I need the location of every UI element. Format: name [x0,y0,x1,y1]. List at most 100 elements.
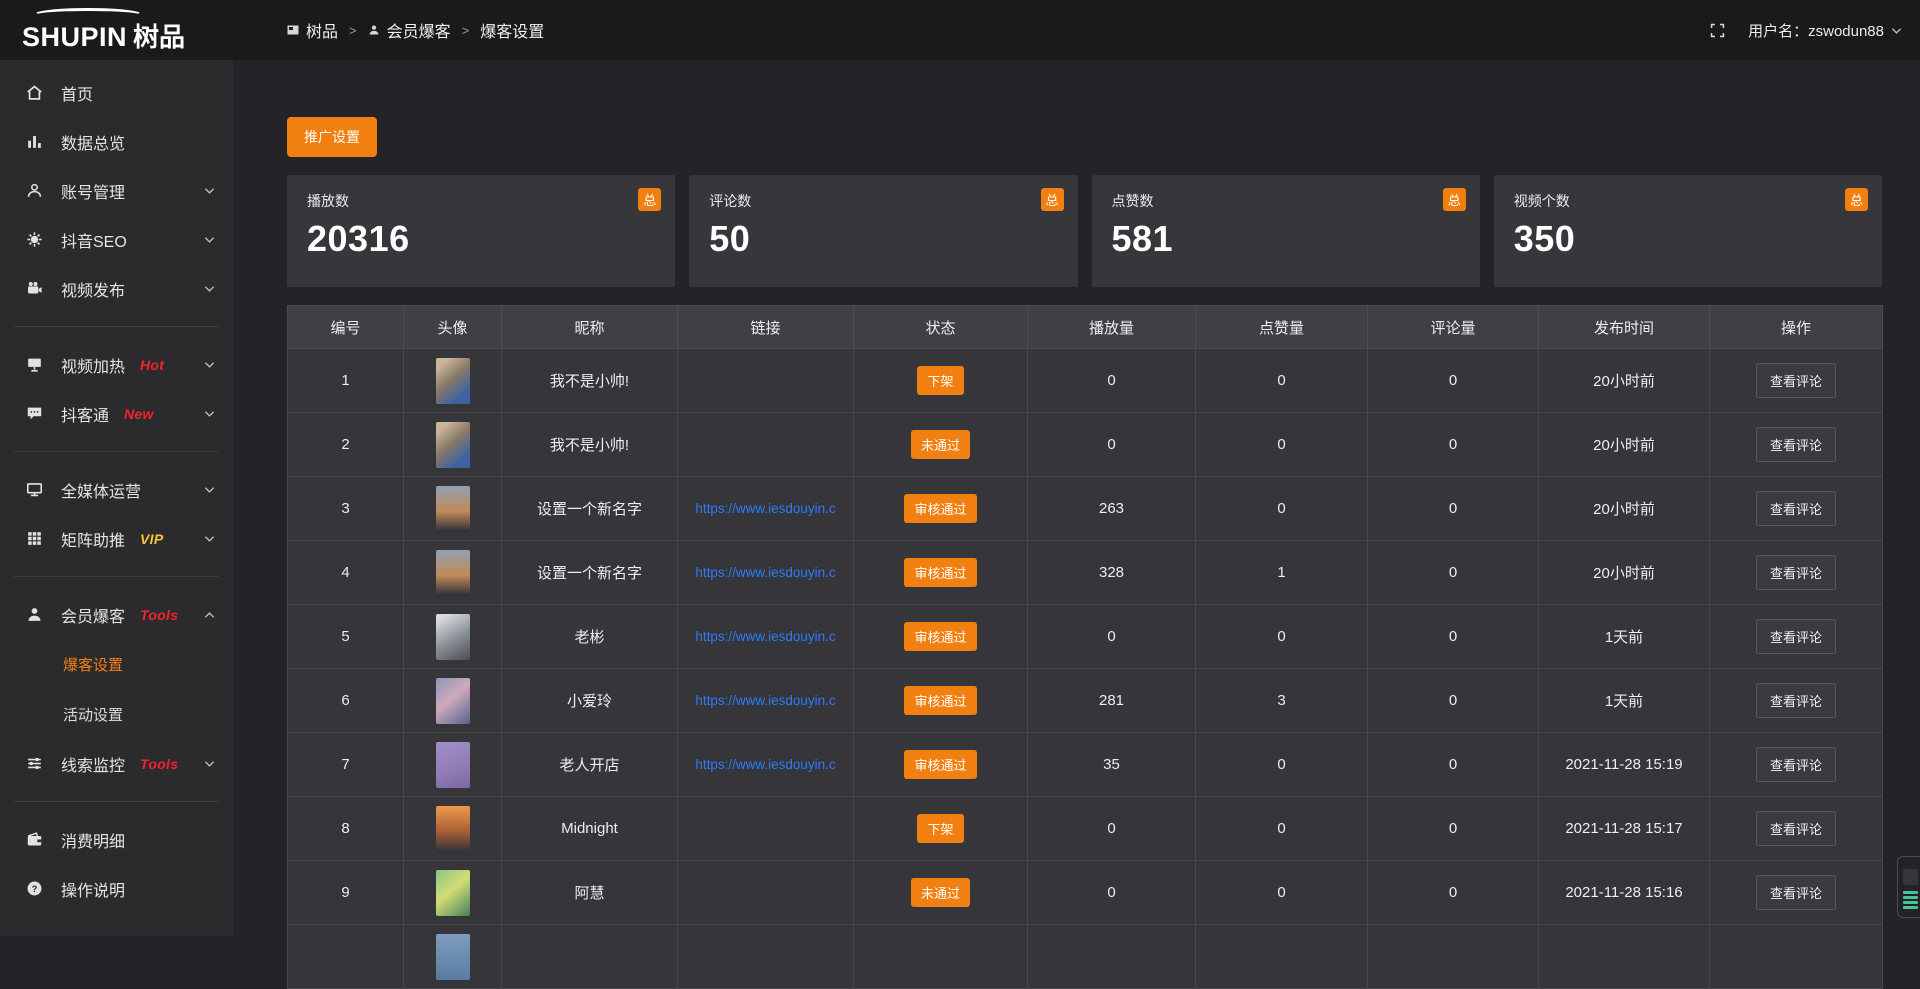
view-comments-button[interactable]: 查看评论 [1756,363,1836,398]
sidebar-item-omni-media[interactable]: 全媒体运营 [0,465,233,514]
stat-card-value: 20316 [307,218,655,260]
video-link[interactable]: https://www.iesdouyin.c [695,565,835,580]
column-header: 编号 [288,306,404,349]
video-link[interactable]: https://www.iesdouyin.c [695,629,835,644]
stat-card-label: 播放数 [307,191,655,211]
sidebar-item-video-publish[interactable]: 视频发布 [0,264,233,313]
view-comments-button[interactable]: 查看评论 [1756,427,1836,462]
link-cell [678,349,854,413]
table-row [288,925,1883,989]
sidebar-item-operation-guide[interactable]: ?操作说明 [0,864,233,913]
sidebar-item-matrix-boost[interactable]: 矩阵助推VIP [0,514,233,563]
row-index-cell: 7 [288,733,404,797]
avatar-cell [404,861,502,925]
sidebar-item-label: 会员爆客 [61,603,125,627]
status-badge: 下架 [917,366,963,395]
table-body: 1我不是小帅!下架00020小时前查看评论2我不是小帅!未通过00020小时前查… [288,349,1883,989]
sidebar-item-data-overview[interactable]: 数据总览 [0,117,233,166]
sidebar-item-label: 操作说明 [61,877,125,901]
sidebar-item-member-baoke[interactable]: 会员爆客 Tools [0,590,233,639]
sidebar-item-consumption-detail[interactable]: 消费明细 [0,815,233,864]
sidebar-subitem-baoke-settings[interactable]: 爆客设置 [0,639,233,689]
play-count-cell: 0 [1028,797,1196,861]
nickname-cell: 老彬 [502,605,678,669]
sidebar-item-label: 矩阵助推 [61,527,125,551]
chevron-down-icon [1891,22,1902,39]
row-index-cell: 1 [288,349,404,413]
username: zswodun88 [1808,23,1884,40]
nickname-cell: 阿慧 [502,861,678,925]
avatar [436,678,470,724]
table-row: 9阿慧未通过0002021-11-28 15:16查看评论 [288,861,1883,925]
sidebar-badge-tools: Tools [140,756,178,772]
action-cell: 查看评论 [1710,733,1883,797]
view-comments-button[interactable]: 查看评论 [1756,811,1836,846]
publish-time-cell [1539,925,1710,989]
video-link[interactable]: https://www.iesdouyin.c [695,501,835,516]
customer-service-widget[interactable] [1897,856,1920,918]
avatar [436,550,470,596]
stat-card-likes: 点赞数总581 [1092,175,1480,287]
comment-count-cell: 0 [1368,605,1539,669]
total-badge: 总 [1443,188,1466,211]
column-header: 状态 [854,306,1028,349]
status-badge: 审核通过 [904,686,976,715]
table-row: 2我不是小帅!未通过00020小时前查看评论 [288,413,1883,477]
user-menu[interactable]: 用户名：zswodun88 [1748,20,1902,41]
sidebar-item-label: 全媒体运营 [61,478,141,502]
view-comments-button[interactable]: 查看评论 [1756,683,1836,718]
total-badge: 总 [1845,188,1868,211]
breadcrumb-item-member-baoke[interactable]: 会员爆客 [368,18,451,42]
video-link[interactable]: https://www.iesdouyin.c [695,693,835,708]
view-comments-button[interactable]: 查看评论 [1756,555,1836,590]
row-index-cell: 3 [288,477,404,541]
breadcrumb-item-baoke-settings[interactable]: 爆客设置 [480,18,544,42]
action-cell: 查看评论 [1710,797,1883,861]
view-comments-button[interactable]: 查看评论 [1756,619,1836,654]
view-comments-button[interactable]: 查看评论 [1756,491,1836,526]
data-table: 编号头像昵称链接状态播放量点赞量评论量发布时间操作 1我不是小帅!下架00020… [287,305,1883,989]
sidebar-badge-tools: Tools [140,607,178,623]
sidebar-item-clue-monitor[interactable]: 线索监控Tools [0,739,233,788]
sidebar-badge-hot: Hot [140,357,164,373]
like-count-cell: 3 [1196,669,1368,733]
avatar-cell [404,413,502,477]
column-header: 点赞量 [1196,306,1368,349]
nickname-cell [502,925,678,989]
topbar: SHUPIN 树品 树品>会员爆客>爆客设置 用户名：zswodun88 [0,0,1920,60]
topbar-right: 用户名：zswodun88 [1709,20,1920,41]
nickname-cell: 设置一个新名字 [502,477,678,541]
status-cell: 审核通过 [854,669,1028,733]
sidebar-item-account-management[interactable]: 账号管理 [0,166,233,215]
username-label: 用户名：zswodun88 [1748,20,1884,41]
sidebar-item-douyin-seo[interactable]: 抖音SEO [0,215,233,264]
stat-cards: 播放数总20316评论数总50点赞数总581视频个数总350 [287,175,1882,287]
sidebar-subitem-activity-settings[interactable]: 活动设置 [0,689,233,739]
play-count-cell: 0 [1028,861,1196,925]
comment-count-cell: 0 [1368,861,1539,925]
view-comments-button[interactable]: 查看评论 [1756,747,1836,782]
breadcrumb-label: 爆客设置 [480,18,544,42]
column-header: 操作 [1710,306,1883,349]
chevron-down-icon [204,760,215,768]
stat-card-label: 点赞数 [1112,191,1460,211]
comment-count-cell: 0 [1368,797,1539,861]
video-link[interactable]: https://www.iesdouyin.c [695,757,835,772]
table-header-row: 编号头像昵称链接状态播放量点赞量评论量发布时间操作 [288,306,1883,349]
table-row: 6小爱玲https://www.iesdouyin.c审核通过281301天前查… [288,669,1883,733]
avatar-cell [404,349,502,413]
promo-settings-button[interactable]: 推广设置 [287,117,377,157]
row-index-cell: 6 [288,669,404,733]
action-cell: 查看评论 [1710,413,1883,477]
sidebar-item-douketong[interactable]: 抖客通New [0,389,233,438]
fullscreen-icon[interactable] [1709,22,1726,39]
avatar-cell [404,605,502,669]
sidebar-item-home[interactable]: 首页 [0,68,233,117]
breadcrumb-item-shupin[interactable]: 树品 [287,18,338,42]
avatar [436,614,470,660]
heat-icon [24,355,44,375]
sidebar-item-video-heat[interactable]: 视频加热Hot [0,340,233,389]
avatar [436,422,470,468]
avatar-cell [404,669,502,733]
view-comments-button[interactable]: 查看评论 [1756,875,1836,910]
